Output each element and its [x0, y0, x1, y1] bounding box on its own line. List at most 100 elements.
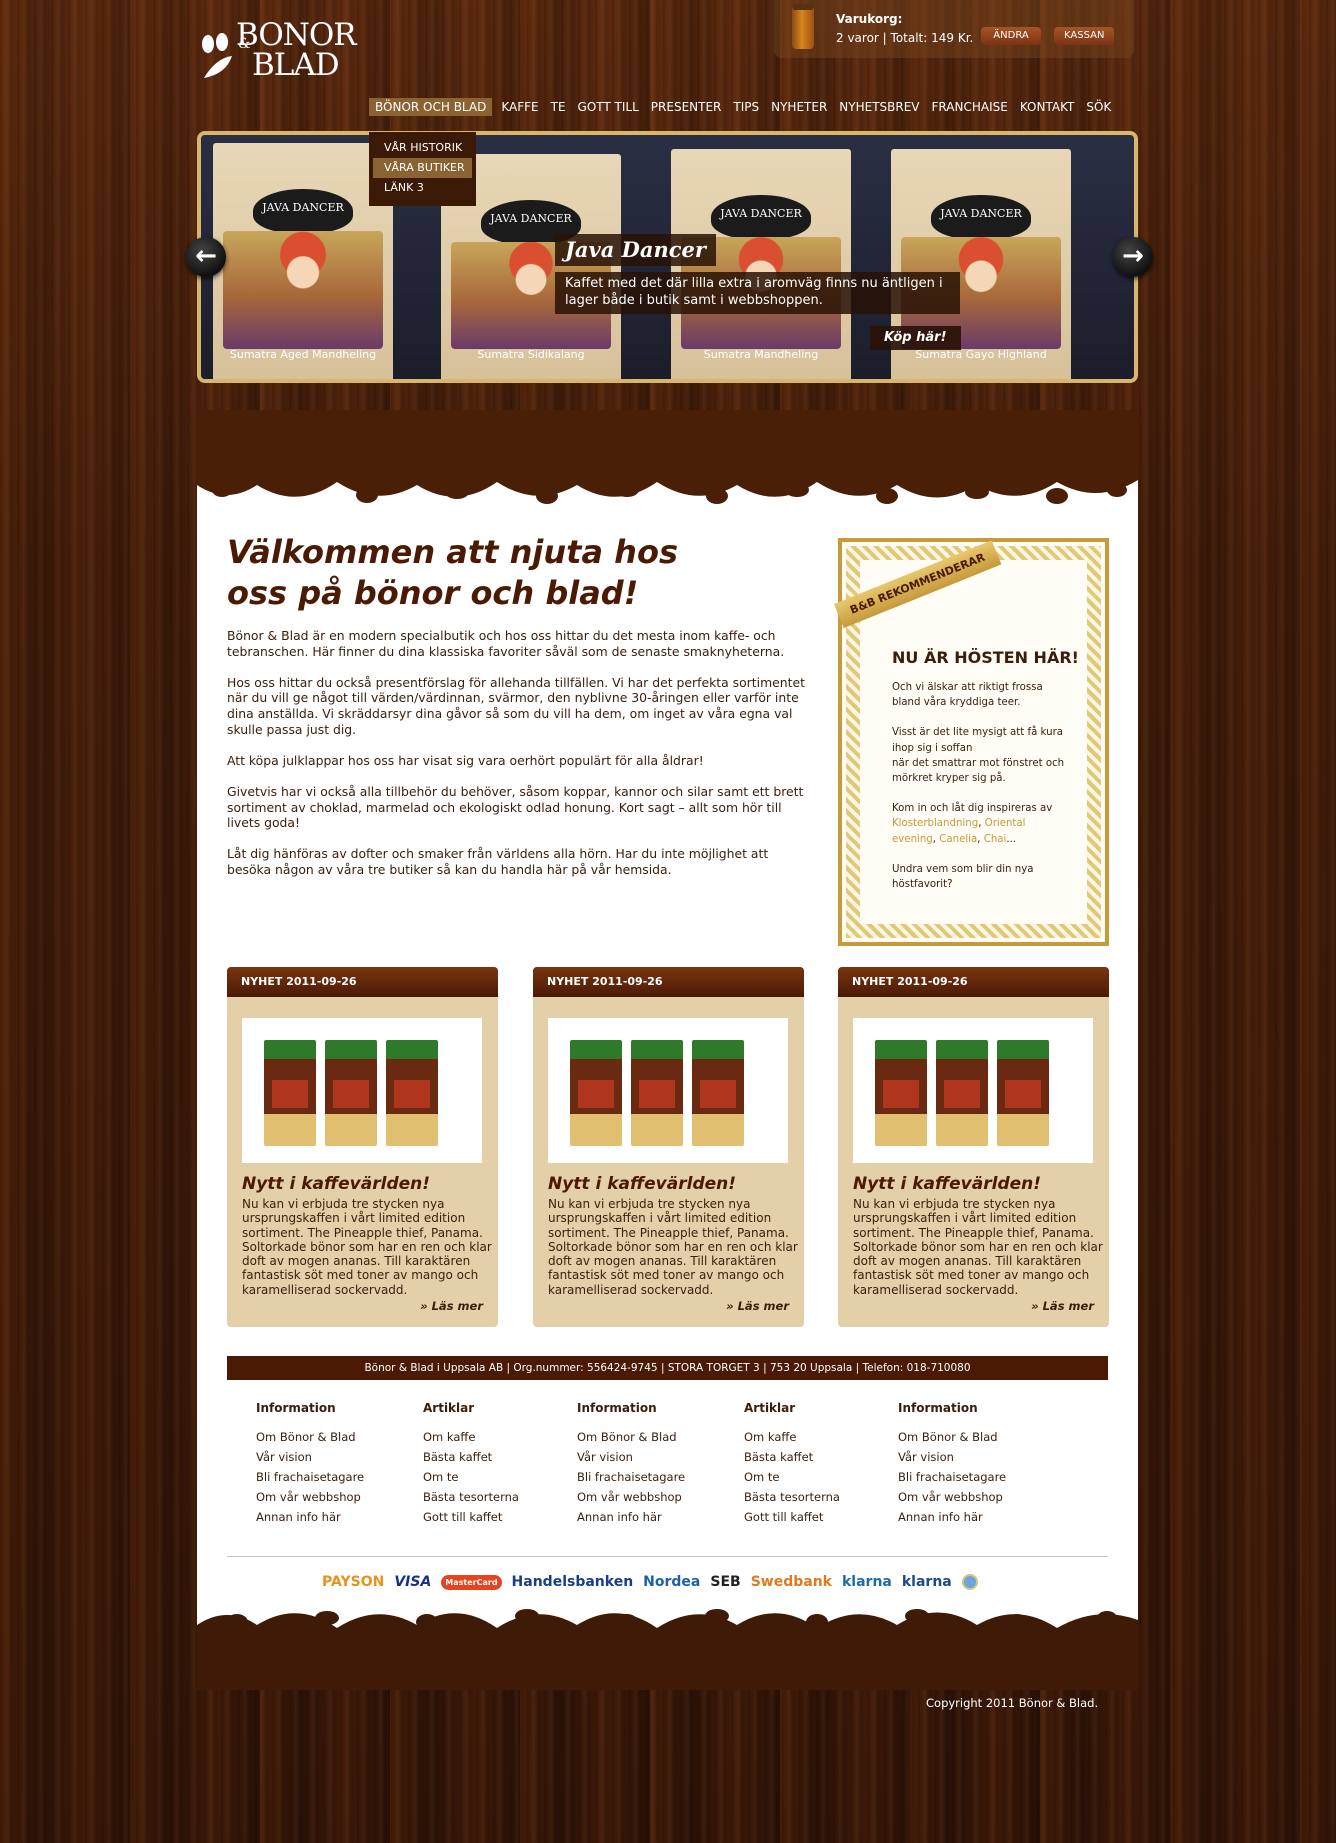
footer-link[interactable]: Vår vision — [256, 1447, 406, 1467]
recommend-paragraph: Undra vem som blir din nya höstfavorit? — [892, 863, 1034, 891]
footer-link[interactable]: Bästa kaffet — [744, 1447, 894, 1467]
coffee-bag-image — [386, 1040, 438, 1146]
nordea-logo: Nordea — [643, 1574, 701, 1590]
footer-link[interactable]: Bli frachaisetagare — [898, 1467, 1048, 1487]
klarna-faktura-logo: klarna — [841, 1574, 892, 1590]
coffee-bag-image — [325, 1040, 377, 1146]
cart-checkout-button[interactable]: KASSAN — [1054, 27, 1114, 45]
cart-title: Varukorg: — [836, 12, 903, 26]
news-title[interactable]: Nytt i kaffevärlden! — [242, 1174, 430, 1194]
news-title[interactable]: Nytt i kaffevärlden! — [853, 1174, 1041, 1194]
dropdown-item-var-historik[interactable]: VÅR HISTORIK — [369, 138, 476, 158]
tea-link-canelia[interactable]: Canelia — [939, 834, 977, 845]
footer-link[interactable]: Om kaffe — [423, 1427, 573, 1447]
cart-summary: 2 varor | Totalt: 149 Kr. — [836, 31, 974, 45]
news-image[interactable] — [242, 1018, 482, 1163]
welcome-text: Bönor & Blad är en modern specialbutik o… — [227, 628, 805, 893]
coffee-bean-logo-icon — [202, 33, 232, 78]
globe-badge-icon — [961, 1574, 978, 1590]
site-logo[interactable]: BONOR BLAD & — [196, 20, 366, 86]
cart-edit-button[interactable]: ÄNDRA — [981, 27, 1041, 45]
tea-link-chai[interactable]: Chai — [984, 834, 1007, 845]
news-image[interactable] — [853, 1018, 1093, 1163]
nav-item-kontakt[interactable]: KONTAKT — [1014, 98, 1081, 116]
footer-link[interactable]: Annan info här — [256, 1507, 406, 1527]
handelsbanken-logo: Handelsbanken — [511, 1574, 634, 1590]
nav-item-sok[interactable]: SÖK — [1080, 98, 1117, 116]
logo-text-blad: BLAD — [252, 47, 340, 83]
nav-item-tips[interactable]: TIPS — [727, 98, 765, 116]
welcome-paragraph: Att köpa julklappar hos oss har visat si… — [227, 752, 704, 768]
footer-link[interactable]: Gott till kaffet — [744, 1507, 894, 1527]
footer-link[interactable]: Bli frachaisetagare — [577, 1467, 727, 1487]
welcome-paragraph: Bönor & Blad är en modern specialbutik o… — [227, 628, 785, 659]
footer-link[interactable]: Om Bönor & Blad — [256, 1427, 406, 1447]
payson-logo: PAYSON — [322, 1574, 385, 1590]
news-title[interactable]: Nytt i kaffevärlden! — [548, 1174, 736, 1194]
nav-item-bonor-och-blad[interactable]: BÖNOR OCH BLAD — [369, 98, 493, 116]
recommend-line: Kom in och låt dig inspireras av — [892, 803, 1053, 815]
news-card: NYHET 2011-09-26 Nytt i kaffevärlden! Nu… — [838, 967, 1109, 1327]
news-date-header: NYHET 2011-09-26 — [533, 967, 804, 997]
dropdown-item-lank-3[interactable]: LÄNK 3 — [369, 178, 476, 198]
coffee-bag-image — [875, 1040, 927, 1146]
footer-link[interactable]: Om vår webbshop — [577, 1487, 727, 1507]
tea-link-klosterblandning[interactable]: Klosterblandning — [892, 818, 978, 829]
recommend-paragraph: Visst är det lite mysigt att få kura iho… — [892, 725, 1072, 786]
swedbank-logo: Swedbank — [750, 1574, 832, 1590]
nav-item-te[interactable]: TE — [545, 98, 572, 116]
news-text: Nu kan vi erbjuda tre stycken nya urspru… — [853, 1197, 1103, 1297]
recommendation-box: B&B REKOMMENDERAR NU ÄR HÖSTEN HÄR! Och … — [834, 538, 1109, 946]
klarna-konto-logo: klarna — [901, 1574, 952, 1590]
footer-link[interactable]: Vår vision — [898, 1447, 1048, 1467]
coffee-bag-1: JAVA DANCER Sumatra Aged Mandheling — [213, 143, 393, 379]
company-address-bar: Bönor & Blad i Uppsala AB | Org.nummer: … — [227, 1356, 1108, 1380]
coffee-bag-image — [631, 1040, 683, 1146]
footer-link[interactable]: Bästa kaffet — [423, 1447, 573, 1467]
bag-name: Sumatra Mandheling — [703, 348, 819, 361]
arrow-left-icon[interactable]: ← — [186, 237, 226, 277]
footer-link[interactable]: Bli frachaisetagare — [256, 1467, 406, 1487]
slide-buy-button[interactable]: Köp här! — [870, 326, 961, 350]
arrow-right-icon[interactable]: → — [1113, 237, 1153, 277]
nav-item-kaffe[interactable]: KAFFE — [495, 98, 544, 116]
footer-link[interactable]: Om vår webbshop — [898, 1487, 1048, 1507]
footer-column-heading: Information — [898, 1401, 978, 1415]
footer-link[interactable]: Bästa tesorterna — [744, 1487, 894, 1507]
footer-column: Information Om Bönor & Blad Vår vision B… — [898, 1401, 1048, 1527]
footer-link[interactable]: Om te — [744, 1467, 894, 1487]
dropdown-item-vara-butiker[interactable]: VÅRA BUTIKER — [373, 158, 472, 178]
nav-item-nyhetsbrev[interactable]: NYHETSBREV — [833, 98, 925, 116]
footer-link[interactable]: Annan info här — [898, 1507, 1048, 1527]
footer-link[interactable]: Om kaffe — [744, 1427, 894, 1447]
read-more-link[interactable]: » Läs mer — [420, 1299, 483, 1313]
footer-link[interactable]: Om Bönor & Blad — [577, 1427, 727, 1447]
nav-item-franchaise[interactable]: FRANCHAISE — [926, 98, 1014, 116]
bag-name: Sumatra Aged Mandheling — [229, 348, 377, 361]
logo-ampersand: & — [238, 36, 251, 52]
read-more-link[interactable]: » Läs mer — [726, 1299, 789, 1313]
welcome-paragraph: Givetvis har vi också alla tillbehör du … — [227, 783, 804, 831]
nav-item-gott-till[interactable]: GOTT TILL — [572, 98, 645, 116]
footer-divider — [227, 1556, 1108, 1557]
read-more-link[interactable]: » Läs mer — [1031, 1299, 1094, 1313]
footer-link[interactable]: Om Bönor & Blad — [898, 1427, 1048, 1447]
news-image[interactable] — [548, 1018, 788, 1163]
footer-link[interactable]: Vår vision — [577, 1447, 727, 1467]
nav-item-nyheter[interactable]: NYHETER — [765, 98, 833, 116]
welcome-paragraph: Låt dig hänföras av dofter och smaker fr… — [227, 846, 769, 877]
recommend-body: Och vi älskar att riktigt frossa bland v… — [892, 680, 1072, 907]
copyright-text: Copyright 2011 Bönor & Blad. — [926, 1696, 1099, 1710]
news-card: NYHET 2011-09-26 Nytt i kaffevärlden! Nu… — [533, 967, 804, 1327]
footer-link[interactable]: Annan info här — [577, 1507, 727, 1527]
footer-link[interactable]: Bästa tesorterna — [423, 1487, 573, 1507]
footer-link[interactable]: Gott till kaffet — [423, 1507, 573, 1527]
footer-link[interactable]: Om vår webbshop — [256, 1487, 406, 1507]
footer-link[interactable]: Om te — [423, 1467, 573, 1487]
footer-column: Information Om Bönor & Blad Vår vision B… — [256, 1401, 406, 1527]
welcome-heading-line2: oss på bönor och blad! — [227, 574, 639, 612]
footer-column: Information Om Bönor & Blad Vår vision B… — [577, 1401, 727, 1527]
nav-item-presenter[interactable]: PRESENTER — [645, 98, 728, 116]
logo-wordmark: BONOR BLAD — [236, 20, 357, 83]
coffee-jar-icon — [792, 4, 814, 49]
